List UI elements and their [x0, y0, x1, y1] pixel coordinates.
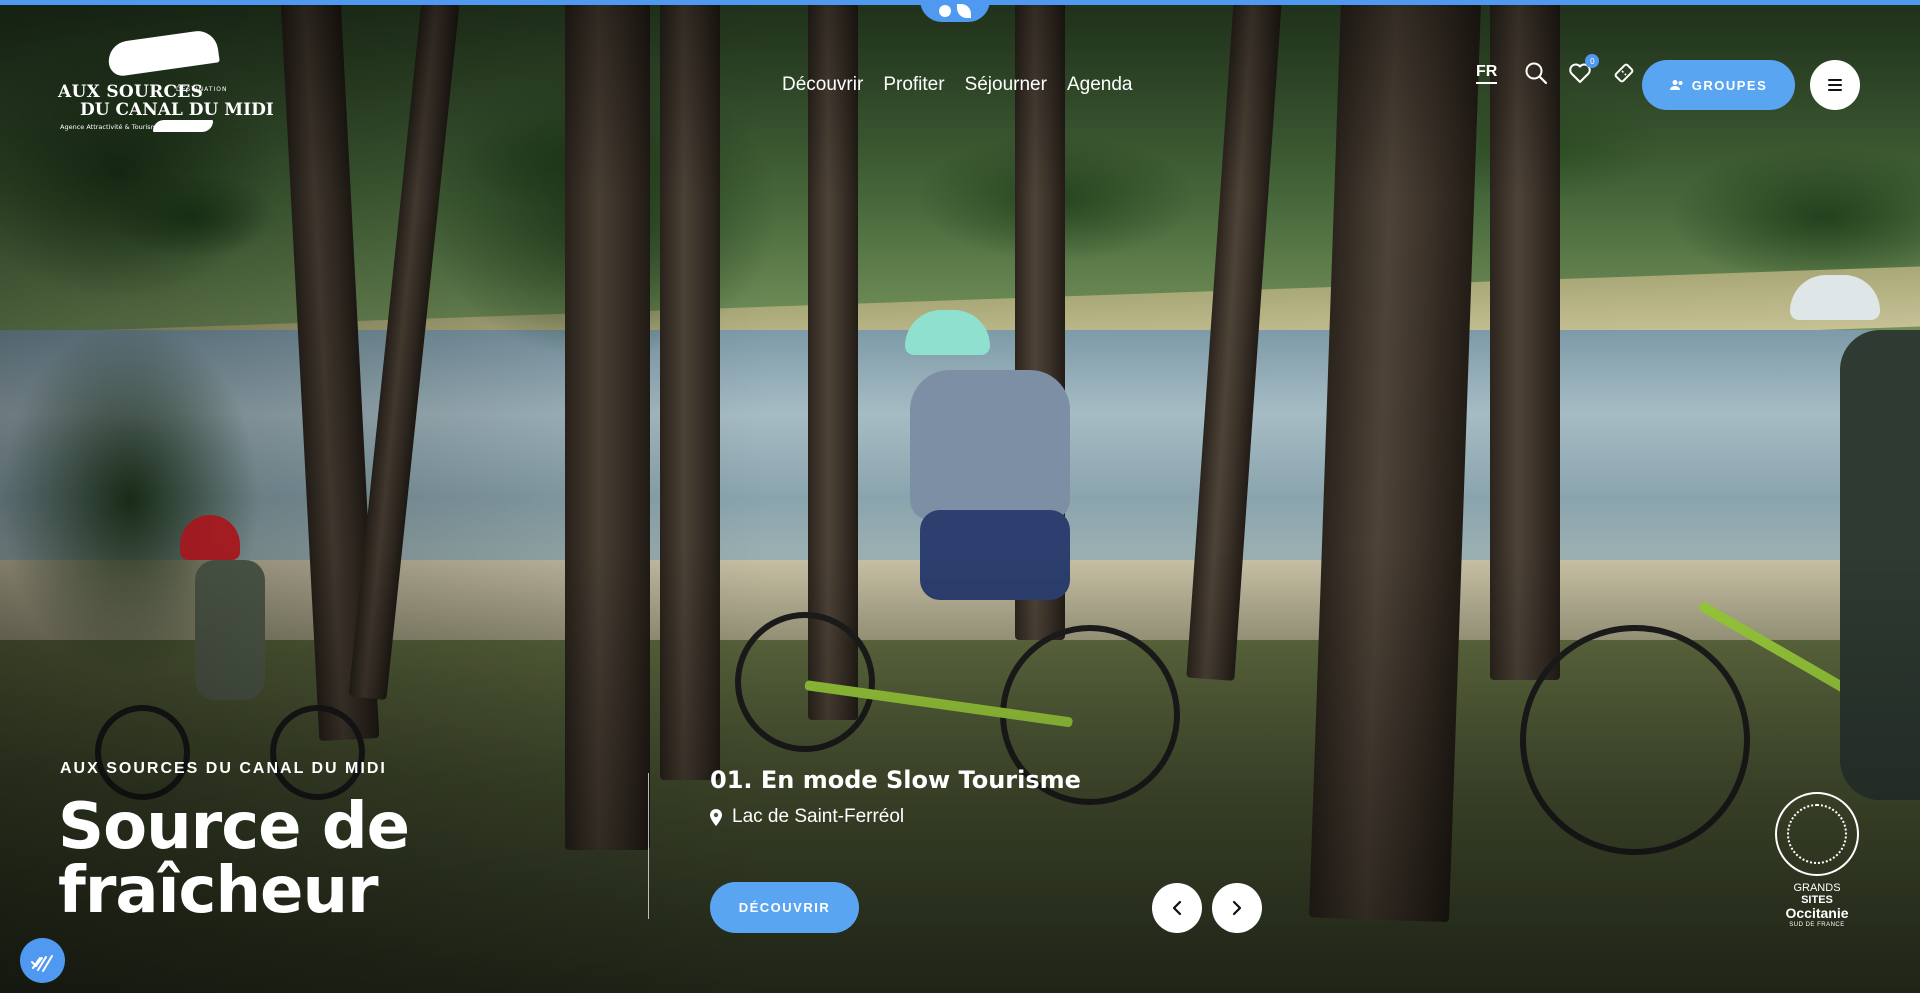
favorites-count-badge: 0 — [1585, 54, 1600, 68]
logo-tagline: Agence Attractivité & Tourisme — [60, 123, 161, 131]
accessibility-button[interactable] — [20, 938, 65, 983]
map-pin-icon — [710, 808, 722, 826]
logo-destination: DESTINATION — [176, 86, 228, 93]
hero-kicker: AUX SOURCES DU CANAL DU MIDI — [60, 760, 387, 777]
logo-swoosh — [153, 120, 213, 132]
nav-item-profiter[interactable]: Profiter — [883, 74, 944, 96]
dot-icon — [939, 5, 951, 17]
language-switcher[interactable]: FR — [1476, 63, 1498, 84]
grands-sites-occitanie-badge[interactable]: GRANDS SITES Occitanie SUD DE FRANCE — [1772, 792, 1862, 929]
nav-item-agenda[interactable]: Agenda — [1067, 74, 1133, 96]
leaf-icon — [957, 4, 971, 18]
chevron-right-icon — [1232, 900, 1242, 916]
slide-title: 01. En mode Slow Tourisme — [710, 766, 1081, 794]
gso-line1: GRANDS — [1793, 882, 1841, 894]
heart-icon[interactable]: 0 — [1567, 54, 1600, 86]
chevron-left-icon — [1172, 900, 1182, 916]
ticket-icon[interactable] — [1611, 60, 1637, 86]
users-icon — [1669, 80, 1683, 90]
gso-emblem — [1775, 792, 1859, 876]
menu-button[interactable] — [1810, 60, 1860, 110]
groups-label: GROUPES — [1691, 77, 1768, 93]
accessibility-icon — [30, 954, 53, 972]
search-icon[interactable] — [1523, 60, 1549, 86]
discover-button[interactable]: DÉCOUVRIR — [710, 882, 859, 933]
nav-item-decouvrir[interactable]: Découvrir — [782, 74, 863, 96]
gso-line4: SUD DE FRANCE — [1789, 922, 1845, 928]
logo-line2: DU CANAL DU MIDI — [80, 100, 274, 120]
vertical-divider — [648, 773, 649, 919]
slide-location: Lac de Saint-Ferréol — [710, 806, 904, 828]
logo-cloud-mark — [106, 28, 220, 78]
groups-button[interactable]: GROUPES — [1642, 60, 1795, 110]
site-logo[interactable]: AUX SOURCES DESTINATION DU CANAL DU MIDI… — [58, 28, 274, 136]
main-navigation: Découvrir Profiter Séjourner Agenda — [782, 74, 1132, 96]
slide-location-label: Lac de Saint-Ferréol — [732, 806, 905, 827]
hero-title: Source de fraîcheur — [58, 790, 410, 928]
carousel-prev-button[interactable] — [1152, 883, 1202, 933]
nav-item-sejourner[interactable]: Séjourner — [965, 74, 1047, 96]
hamburger-icon — [1828, 79, 1842, 91]
header-utilities: FR 0 — [1476, 54, 1655, 86]
carousel-next-button[interactable] — [1212, 883, 1262, 933]
top-notch[interactable] — [920, 0, 990, 22]
gso-line3: Occitanie — [1785, 905, 1849, 921]
